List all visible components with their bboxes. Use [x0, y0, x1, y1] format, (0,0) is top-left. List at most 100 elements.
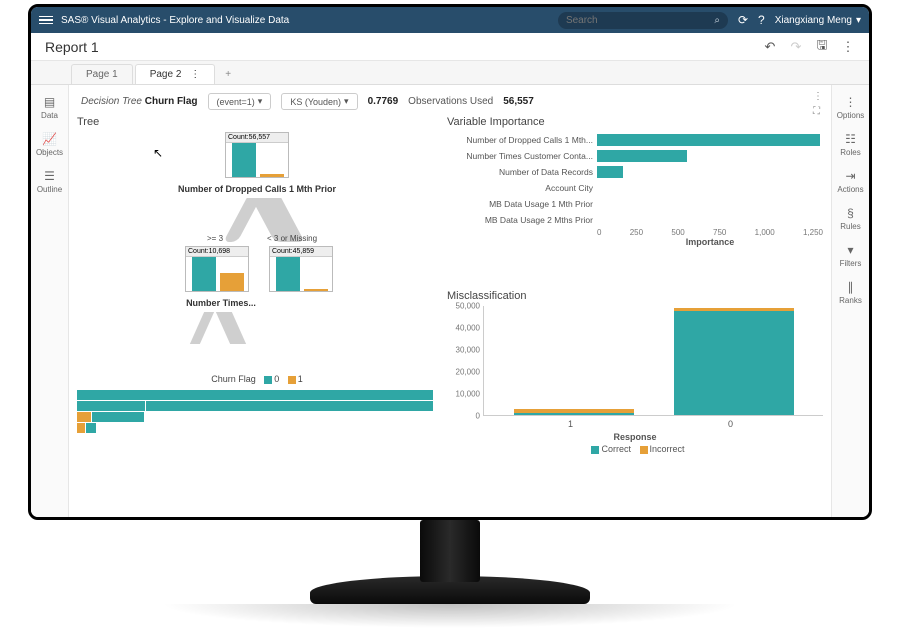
vi-row[interactable]: Account City	[447, 180, 823, 196]
monitor-stand-neck	[420, 520, 480, 582]
app-title: SAS® Visual Analytics - Explore and Visu…	[61, 15, 289, 26]
nav-ranks[interactable]: ∥Ranks	[832, 274, 869, 311]
nav-rules[interactable]: §Rules	[832, 200, 869, 237]
roles-icon: ☷	[832, 132, 869, 146]
chevron-down-icon: ▾	[856, 15, 861, 26]
app-header: SAS® Visual Analytics - Explore and Visu…	[31, 7, 869, 33]
model-type: Decision Tree	[81, 96, 142, 107]
tree-node-right[interactable]: Count:45,859	[269, 246, 333, 292]
node-bar-0	[276, 257, 300, 291]
user-menu[interactable]: Xiangxiang Meng ▾	[775, 15, 861, 26]
mc-bar-incorrect	[674, 308, 794, 311]
chevron-down-icon: ▾	[344, 96, 349, 107]
report-title: Report 1	[45, 39, 99, 55]
var-importance-chart[interactable]: Number of Dropped Calls 1 Mth... Number T…	[447, 132, 823, 282]
user-name: Xiangxiang Meng	[775, 15, 852, 26]
mc-category-label: 0	[728, 419, 733, 429]
data-icon: ▤	[31, 95, 68, 109]
node-count: Count:56,557	[226, 133, 288, 143]
node-count: Count:10,698	[186, 247, 248, 257]
legend-swatch-0	[264, 376, 272, 384]
refresh-icon[interactable]: ⟳	[738, 13, 748, 27]
nav-data[interactable]: ▤Data	[31, 89, 68, 126]
mc-bar-correct	[674, 311, 794, 415]
mc-ylabel: 10,000	[448, 390, 480, 399]
vi-label: Number Times Customer Conta...	[447, 151, 597, 161]
root-split-label: Number of Dropped Calls 1 Mth Prior	[157, 184, 357, 194]
nav-actions[interactable]: ⇥Actions	[832, 163, 869, 200]
tree-node-left[interactable]: Count:10,698	[185, 246, 249, 292]
vi-bar	[597, 166, 623, 178]
vi-label: MB Data Usage 1 Mth Prior	[447, 199, 597, 209]
tab-page1[interactable]: Page 1	[71, 64, 133, 84]
menu-icon[interactable]	[39, 16, 53, 25]
metric-selector[interactable]: KS (Youden)▾	[281, 93, 357, 110]
metric-value: 0.7769	[368, 96, 399, 107]
filters-icon: ▾	[832, 243, 869, 257]
object-corner-tools: ⋮ ⛶	[813, 91, 823, 117]
left-split-label: Number Times...	[173, 298, 269, 308]
vi-row[interactable]: Number Times Customer Conta...	[447, 148, 823, 164]
vi-label: MB Data Usage 2 Mths Prior	[447, 215, 597, 225]
node-bar-1	[260, 174, 284, 177]
nav-outline[interactable]: ☰Outline	[31, 163, 68, 200]
nav-options[interactable]: ⋮Options	[832, 89, 869, 126]
search-box[interactable]: ⌕	[558, 12, 728, 29]
vi-label: Account City	[447, 183, 597, 193]
actions-icon: ⇥	[832, 169, 869, 183]
search-icon[interactable]: ⌕	[714, 15, 720, 26]
save-button[interactable]: 🖫	[811, 36, 833, 58]
vi-row[interactable]: Number of Dropped Calls 1 Mth...	[447, 132, 823, 148]
maximize-icon[interactable]: ⛶	[813, 106, 823, 117]
legend-swatch-incorrect	[640, 446, 648, 454]
undo-button[interactable]: ↶	[759, 36, 781, 58]
tree-edge	[190, 312, 214, 344]
page-tabs: Page 1 Page 2 ⋮ +	[31, 61, 869, 85]
mc-ylabel: 40,000	[448, 324, 480, 333]
node-bar-0	[232, 143, 256, 177]
misclass-chart[interactable]: 50,00040,00030,00020,00010,000010	[483, 306, 823, 416]
nav-filters[interactable]: ▾Filters	[832, 237, 869, 274]
vi-row[interactable]: Number of Data Records	[447, 164, 823, 180]
work-area: ▤Data 📈Objects ☰Outline ⋮ ⛶ Decision Tre…	[31, 85, 869, 517]
nav-objects[interactable]: 📈Objects	[31, 126, 68, 163]
object-menu-icon[interactable]: ⋮	[813, 91, 823, 102]
misclass-legend: Correct Incorrect	[447, 444, 823, 454]
monitor-screen: SAS® Visual Analytics - Explore and Visu…	[28, 4, 872, 520]
mc-ylabel: 20,000	[448, 368, 480, 377]
add-page-button[interactable]: +	[217, 65, 239, 84]
search-input[interactable]	[566, 15, 666, 26]
outline-icon: ☰	[31, 169, 68, 183]
tree-node-root[interactable]: Count:56,557	[225, 132, 289, 178]
edge-rule-right: < 3 or Missing	[267, 234, 317, 243]
vi-xlabel: Importance	[597, 237, 823, 247]
edge-rule-left: >= 3	[207, 234, 223, 243]
more-button[interactable]: ⋮	[837, 36, 859, 58]
mc-category-label: 1	[568, 419, 573, 429]
nav-roles[interactable]: ☷Roles	[832, 126, 869, 163]
vi-label: Number of Dropped Calls 1 Mth...	[447, 135, 597, 145]
help-icon[interactable]: ?	[758, 13, 765, 27]
tab-page2-menu[interactable]: ⋮	[190, 69, 200, 80]
tab-page2[interactable]: Page 2 ⋮	[135, 64, 215, 84]
tree-diagram[interactable]: Count:56,557 Number of Dropped Calls 1 M…	[77, 132, 437, 372]
legend-swatch-correct	[591, 446, 599, 454]
tree-panel: Tree ↖ Count:56,557 Number of Dropped Ca…	[77, 116, 437, 512]
options-icon: ⋮	[832, 95, 869, 109]
vi-row[interactable]: MB Data Usage 2 Mths Prior	[447, 212, 823, 228]
event-selector[interactable]: (event=1)▾	[208, 93, 272, 110]
misclass-title: Misclassification	[447, 290, 823, 302]
model-target: Churn Flag	[145, 96, 198, 107]
report-toolbar: Report 1 ↶ ↷ 🖫 ⋮	[31, 33, 869, 61]
vi-row[interactable]: MB Data Usage 1 Mth Prior	[447, 196, 823, 212]
redo-button[interactable]: ↷	[785, 36, 807, 58]
model-header: Decision Tree Churn Flag (event=1)▾ KS (…	[77, 91, 823, 116]
right-panels: Variable Importance Number of Dropped Ca…	[447, 116, 823, 512]
icicle-map[interactable]	[77, 390, 437, 434]
vi-bar	[597, 150, 687, 162]
rules-icon: §	[832, 206, 869, 220]
tab-page2-label: Page 2	[150, 69, 182, 80]
mc-bar-incorrect	[514, 409, 634, 412]
observations-label: Observations Used	[408, 96, 493, 107]
tree-legend: Churn Flag 0 1	[77, 374, 437, 384]
